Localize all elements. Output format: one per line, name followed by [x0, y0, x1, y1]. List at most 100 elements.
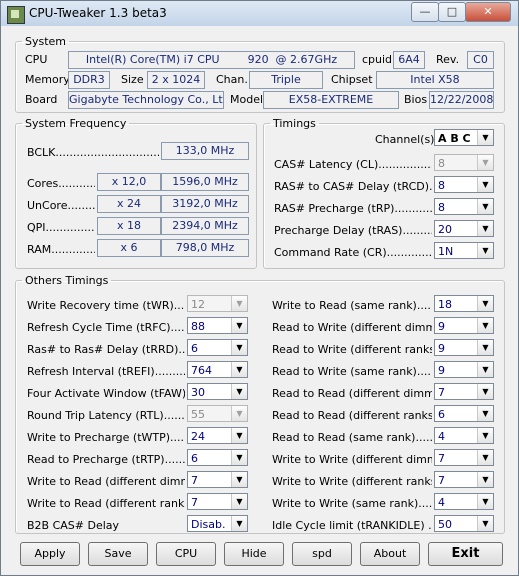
timing-select[interactable]: 9 ▼: [434, 317, 494, 334]
timing-label-cr: Command Rate (CR).......................: [274, 246, 432, 259]
chevron-down-icon: ▼: [477, 494, 493, 509]
timing-label: Read to Write (same rank).............: [272, 365, 432, 378]
timing-select[interactable]: 4 ▼: [434, 493, 494, 510]
cpuid-label: cpuid: [362, 53, 393, 66]
timing-label: Write Recovery time (tWR)..........: [27, 299, 185, 312]
cores-multiplier: x 12,0: [97, 173, 161, 191]
chevron-down-icon: ▼: [231, 384, 247, 399]
title-bar[interactable]: CPU-Tweaker 1.3 beta3 — □ ✕: [1, 1, 518, 26]
ram-multiplier: x 6: [97, 239, 161, 257]
timing-label: Write to Read (different dimms)...: [27, 475, 185, 488]
board-value: Gigabyte Technology Co., Ltd.: [68, 91, 224, 109]
model-value: EX58-EXTREME: [263, 91, 399, 109]
timing-select[interactable]: 7 ▼: [187, 471, 248, 488]
size-label: Size: [121, 73, 144, 86]
timing-label-cl: CAS# Latency (CL)....................: [274, 158, 432, 171]
timing-select[interactable]: 7 ▼: [187, 493, 248, 510]
channel-mode-value: Triple: [249, 71, 323, 89]
system-legend: System: [25, 35, 67, 48]
timing-select[interactable]: 18 ▼: [434, 295, 494, 312]
bclk-value: 133,0 MHz: [161, 142, 249, 160]
timing-label: Write to Write (different ranks).....: [272, 475, 432, 488]
uncore-multiplier: x 24: [97, 195, 161, 213]
select-value: 88: [191, 320, 205, 333]
select-value: 7: [191, 474, 198, 487]
timing-select[interactable]: 88 ▼: [187, 317, 248, 334]
chipset-label: Chipset: [331, 73, 373, 86]
timing-label: Ras# to Ras# Delay (tRRD)........: [27, 343, 185, 356]
select-value: 6: [191, 452, 198, 465]
timing-select[interactable]: 764 ▼: [187, 361, 248, 378]
timing-select[interactable]: 55 ▼: [187, 405, 248, 422]
select-value: 8: [438, 201, 445, 214]
timing-label-trcd: RAS# to CAS# Delay (tRCD).........: [274, 180, 432, 193]
timing-select[interactable]: 24 ▼: [187, 427, 248, 444]
timing-select[interactable]: 6 ▼: [434, 405, 494, 422]
apply-button[interactable]: Apply: [20, 542, 80, 566]
timing-label: Round Trip Latency (RTL)..........: [27, 409, 185, 422]
select-value: 8: [438, 179, 445, 192]
select-value: 7: [438, 452, 445, 465]
qpi-multiplier: x 18: [97, 217, 161, 235]
cpu-button[interactable]: CPU: [156, 542, 216, 566]
model-label: Model: [230, 93, 264, 106]
chevron-down-icon: ▼: [477, 199, 493, 214]
timing-select[interactable]: 6 ▼: [187, 339, 248, 356]
chevron-down-icon: ▼: [231, 296, 247, 311]
about-button[interactable]: About: [360, 542, 420, 566]
cas-latency-select[interactable]: 8 ▼: [434, 154, 494, 171]
select-value: 24: [191, 430, 205, 443]
timing-label: Write to Read (same rank).............: [272, 299, 432, 312]
spd-button[interactable]: spd: [292, 542, 352, 566]
timing-select[interactable]: Disab. ▼: [187, 515, 248, 532]
timing-label: B2B CAS# Delay: [27, 519, 120, 532]
timing-label: Read to Write (different dimms).....: [272, 321, 432, 334]
timing-label: Read to Read (same rank).............: [272, 431, 432, 444]
select-value: 1N: [438, 245, 454, 258]
chevron-down-icon: ▼: [231, 494, 247, 509]
cpuid-value: 6A4: [393, 51, 425, 69]
select-value: 6: [191, 342, 198, 355]
save-button[interactable]: Save: [88, 542, 148, 566]
minimize-button[interactable]: —: [411, 2, 439, 22]
select-value: 18: [438, 298, 452, 311]
cpu-label: CPU: [25, 53, 48, 66]
timing-select[interactable]: 30 ▼: [187, 383, 248, 400]
chevron-down-icon: ▼: [477, 318, 493, 333]
channels-select[interactable]: A B C ▼: [434, 129, 494, 146]
trp-select[interactable]: 8 ▼: [434, 198, 494, 215]
timing-select[interactable]: 9 ▼: [434, 339, 494, 356]
close-button[interactable]: ✕: [465, 2, 511, 22]
timing-select[interactable]: 50 ▼: [434, 515, 494, 532]
chevron-down-icon: ▼: [477, 130, 493, 145]
timing-label: Read to Write (different ranks)......: [272, 343, 432, 356]
timing-select[interactable]: 6 ▼: [187, 449, 248, 466]
ram-label: RAM...............: [27, 243, 95, 256]
bios-label: Bios: [404, 93, 428, 106]
command-rate-select[interactable]: 1N ▼: [434, 242, 494, 259]
timing-select[interactable]: 4 ▼: [434, 427, 494, 444]
timing-label: Four Activate Window (tFAW)......: [27, 387, 185, 400]
timing-select[interactable]: 9 ▼: [434, 361, 494, 378]
chevron-down-icon: ▼: [477, 362, 493, 377]
timing-select[interactable]: 12 ▼: [187, 295, 248, 312]
trcd-select[interactable]: 8 ▼: [434, 176, 494, 193]
timing-label: Write to Read (different ranks)....: [27, 497, 185, 510]
memory-size-value: 2 x 1024: [147, 71, 205, 89]
channels-value: A B C: [438, 132, 471, 145]
select-value: 20: [438, 223, 452, 236]
maximize-button[interactable]: □: [438, 2, 466, 22]
rev-label: Rev.: [436, 53, 460, 66]
timing-label-tras: Precharge Delay (tRAS)..............: [274, 224, 432, 237]
timings-legend: Timings: [273, 117, 316, 130]
chevron-down-icon: ▼: [231, 340, 247, 355]
tras-select[interactable]: 20 ▼: [434, 220, 494, 237]
select-value: Disab.: [191, 518, 226, 531]
app-window: CPU-Tweaker 1.3 beta3 — □ ✕ System CPU I…: [0, 0, 519, 576]
timing-select[interactable]: 7 ▼: [434, 383, 494, 400]
exit-button[interactable]: Exit: [428, 542, 503, 566]
select-value: 30: [191, 386, 205, 399]
timing-select[interactable]: 7 ▼: [434, 449, 494, 466]
hide-button[interactable]: Hide: [224, 542, 284, 566]
timing-select[interactable]: 7 ▼: [434, 471, 494, 488]
